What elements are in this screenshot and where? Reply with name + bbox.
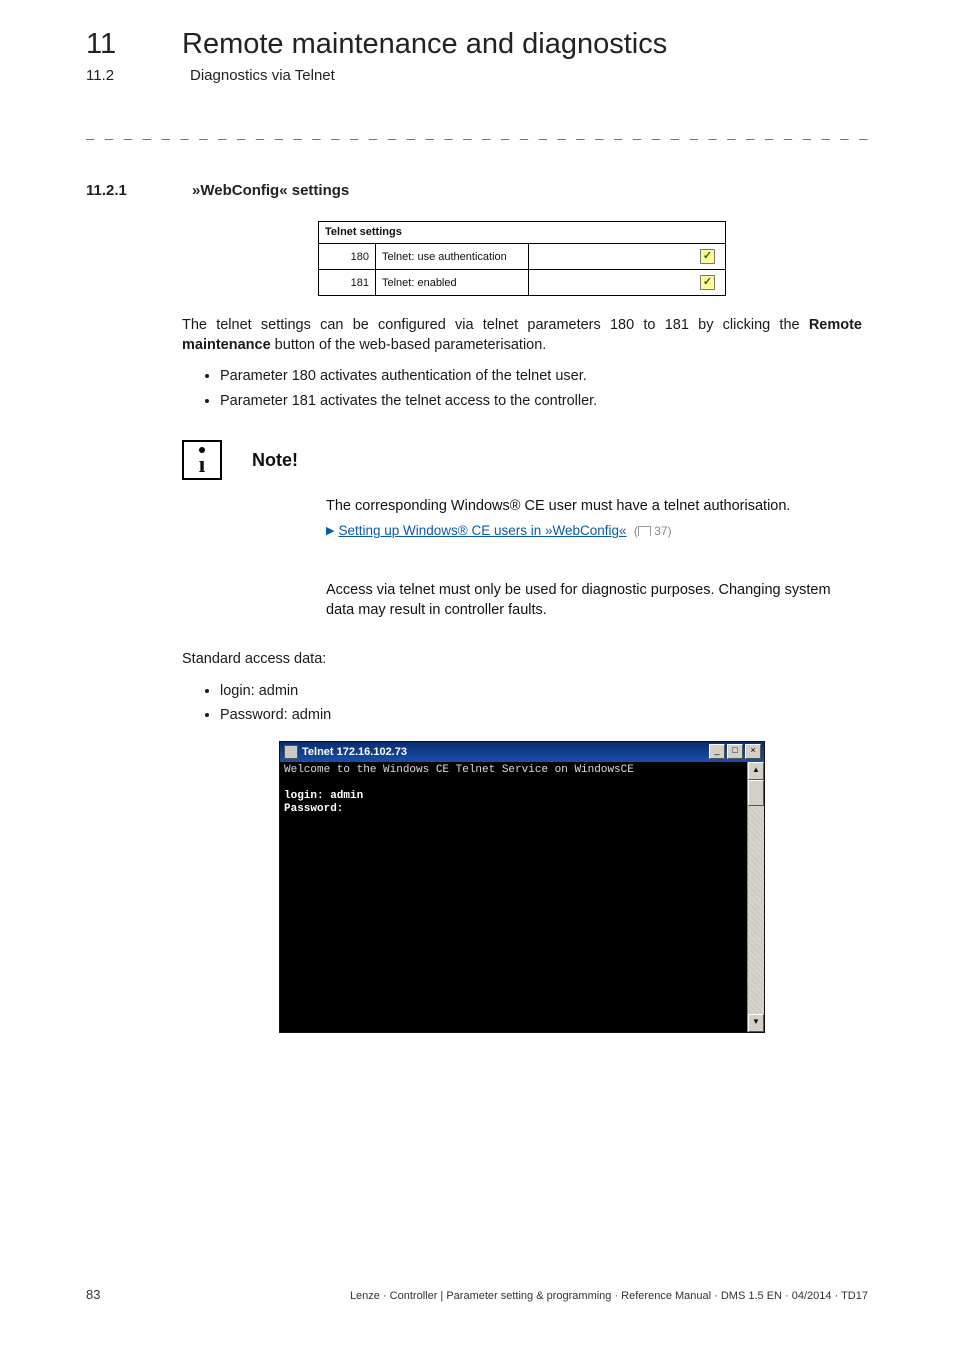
app-icon [284,745,298,759]
section-number: 11.2 [86,67,130,84]
checkbox-checked-icon[interactable]: ✓ [700,249,715,264]
checkbox-checked-icon[interactable]: ✓ [700,275,715,290]
note-warning: Access via telnet must only be used for … [326,581,862,620]
telnet-settings-header: Telnet settings [319,222,726,244]
param-label: Telnet: use authentication [376,244,529,270]
scrollbar[interactable]: ▲ ▼ [747,762,764,1032]
param-label: Telnet: enabled [376,270,529,296]
scroll-down-button[interactable]: ▼ [748,1014,764,1032]
param-id: 181 [319,270,376,296]
minimize-button[interactable]: _ [709,744,725,759]
scrollbar-track[interactable] [748,780,764,1014]
page-footer: 83 Lenze · Controller | Parameter settin… [86,1287,868,1302]
window-titlebar: Telnet 172.16.102.73 _ □ × [280,742,764,762]
standard-access-label: Standard access data: [182,650,862,670]
paragraph: The telnet settings can be configured vi… [182,316,862,355]
page-number: 83 [86,1287,100,1302]
crossref-link[interactable]: Setting up Windows® CE users in »WebConf… [338,522,626,541]
table-row: 181 Telnet: enabled ✓ [319,270,726,296]
list-item: Parameter 181 activates the telnet acces… [220,390,862,412]
close-button[interactable]: × [745,744,761,759]
terminal-output[interactable]: Welcome to the Windows CE Telnet Service… [280,762,747,1032]
subsection-title: »WebConfig« settings [192,182,349,199]
book-icon [638,526,651,536]
note-title: Note! [252,450,298,471]
scroll-up-button[interactable]: ▲ [748,762,764,780]
list-item: Password: admin [220,704,862,726]
param-id: 180 [319,244,376,270]
telnet-window: Telnet 172.16.102.73 _ □ × Welcome to th… [279,741,765,1033]
footer-text: Lenze · Controller | Parameter setting &… [350,1290,868,1302]
bullet-list: login: admin Password: admin [182,680,862,727]
telnet-settings-table: Telnet settings 180 Telnet: use authenti… [318,221,726,296]
maximize-button[interactable]: □ [727,744,743,759]
list-item: Parameter 180 activates authentication o… [220,365,862,387]
subsection-number: 11.2.1 [86,182,146,199]
bullet-list: Parameter 180 activates authentication o… [182,365,862,412]
note-text: The corresponding Windows® CE user must … [326,496,862,516]
window-title: Telnet 172.16.102.73 [302,746,407,758]
chapter-number: 11 [86,28,122,61]
table-row: 180 Telnet: use authentication ✓ [319,244,726,270]
list-item: login: admin [220,680,862,702]
separator-rule: _ _ _ _ _ _ _ _ _ _ _ _ _ _ _ _ _ _ _ _ … [86,124,868,140]
chapter-title: Remote maintenance and diagnostics [182,28,667,61]
arrow-right-icon: ▶ [326,524,334,539]
page-ref: ( 37) [631,523,672,540]
scrollbar-thumb[interactable] [748,780,764,806]
info-icon: ı [182,440,222,480]
section-title: Diagnostics via Telnet [190,67,335,84]
